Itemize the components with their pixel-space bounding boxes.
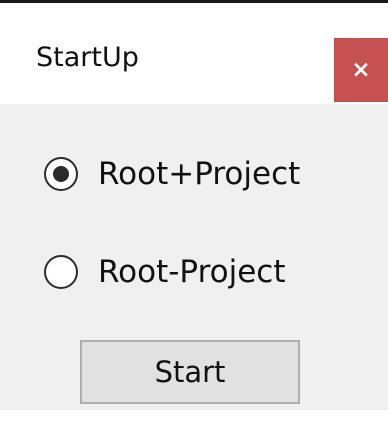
window-title: StartUp bbox=[36, 42, 139, 73]
close-button[interactable]: × bbox=[334, 38, 388, 102]
bottom-strip bbox=[0, 410, 388, 434]
radio-label[interactable]: Root+Project bbox=[98, 152, 300, 196]
radio-button-unchecked[interactable] bbox=[44, 255, 78, 289]
radio-option-root-plus-project[interactable]: Root+Project bbox=[44, 152, 300, 196]
top-edge-line bbox=[0, 0, 388, 3]
radio-option-root-minus-project[interactable]: Root-Project bbox=[44, 250, 285, 294]
radio-selected-dot bbox=[53, 166, 69, 182]
title-bar: StartUp × bbox=[0, 6, 388, 104]
startup-dialog: StartUp × Root+Project Root-Project Star… bbox=[0, 6, 388, 434]
close-icon: × bbox=[351, 57, 371, 83]
start-button[interactable]: Start bbox=[80, 340, 300, 404]
radio-label[interactable]: Root-Project bbox=[98, 250, 285, 294]
radio-button-checked[interactable] bbox=[44, 157, 78, 191]
dialog-body: Root+Project Root-Project Start bbox=[0, 104, 388, 410]
